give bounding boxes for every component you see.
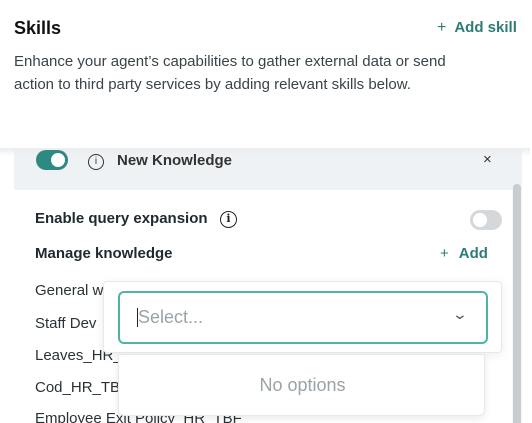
page-title: Skills: [14, 18, 62, 38]
skill-name: New Knowledge: [117, 152, 233, 169]
skill-panel-header: i New Knowledge ×: [0, 148, 530, 190]
knowledge-item[interactable]: Staff Dev: [35, 315, 96, 332]
knowledge-select-popover: Select... ⌄: [103, 281, 502, 353]
plus-icon: +: [440, 245, 449, 262]
info-icon[interactable]: i: [220, 211, 237, 228]
chevron-down-icon[interactable]: ⌄: [452, 306, 468, 323]
page-description: Enhance your agent’s capabilities to gat…: [14, 53, 446, 93]
knowledge-item[interactable]: General w: [35, 282, 103, 299]
scrollbar[interactable]: [513, 184, 521, 423]
add-skill-label: Add skill: [454, 19, 517, 36]
knowledge-select[interactable]: Select... ⌄: [118, 291, 488, 344]
close-icon[interactable]: ×: [483, 151, 492, 168]
select-options-menu: No options: [118, 354, 485, 416]
plus-icon: +: [437, 19, 447, 36]
manage-knowledge-label: Manage knowledge: [35, 245, 173, 262]
knowledge-item[interactable]: Cod_HR_TB: [35, 379, 120, 396]
skill-enabled-toggle[interactable]: [36, 150, 68, 170]
select-placeholder: Select...: [138, 307, 204, 327]
no-options-text: No options: [259, 375, 346, 395]
add-knowledge-label: Add: [458, 245, 488, 262]
query-expansion-toggle[interactable]: [470, 210, 502, 230]
knowledge-icon: i: [88, 154, 104, 170]
add-skill-button[interactable]: + Add skill: [437, 19, 517, 37]
add-knowledge-button[interactable]: + Add: [440, 245, 488, 262]
query-expansion-label: Enable query expansion: [35, 210, 208, 227]
